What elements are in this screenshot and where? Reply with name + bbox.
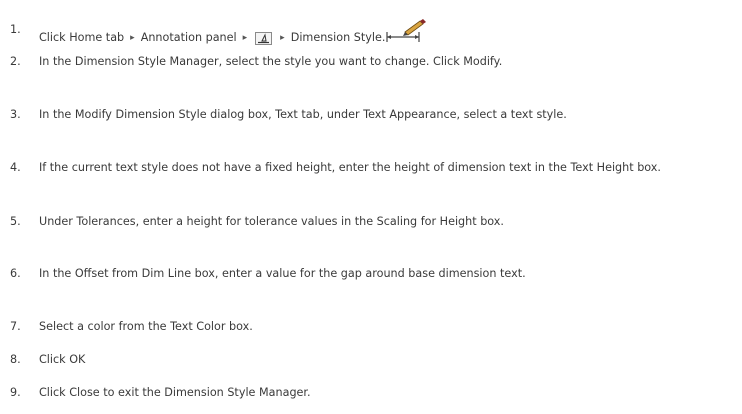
- breadcrumb-separator: ▸: [280, 32, 285, 43]
- step-text: In the Dimension Style Manager, select t…: [39, 55, 503, 68]
- step-number: 4.: [10, 161, 21, 174]
- step-number: 8.: [10, 353, 21, 366]
- step-number: 1.: [10, 23, 21, 36]
- list-item: 3. In the Modify Dimension Style dialog …: [10, 108, 738, 123]
- step-text: Click Home tab ▸ Annotation panel ▸ ▸ Di…: [39, 19, 738, 53]
- breadcrumb-separator: ▸: [242, 32, 248, 43]
- step-text: Select a color from the Text Color box.: [39, 320, 253, 333]
- step-part: Dimension Style.: [290, 30, 386, 44]
- step-number: 3.: [10, 108, 21, 121]
- step-number: 5.: [10, 215, 21, 228]
- step-number: 7.: [10, 320, 21, 333]
- step-text: Click OK: [39, 353, 86, 366]
- list-item: 4. If the current text style does not ha…: [10, 161, 738, 176]
- list-item: 5. Under Tolerances, enter a height for …: [10, 215, 738, 230]
- step-text: In the Offset from Dim Line box, enter a…: [39, 267, 526, 280]
- step-text: Click Close to exit the Dimension Style …: [39, 386, 311, 399]
- annotation-panel-icon[interactable]: [255, 31, 273, 45]
- step-text: Under Tolerances, enter a height for tol…: [39, 215, 504, 228]
- instruction-list: 1. Click Home tab ▸ Annotation panel ▸ ▸…: [0, 0, 742, 414]
- list-item: 7. Select a color from the Text Color bo…: [10, 320, 738, 335]
- dimension-style-icon[interactable]: [385, 18, 429, 48]
- step-number: 6.: [10, 267, 21, 280]
- list-item: 8. Click OK: [10, 353, 738, 368]
- step-text: In the Modify Dimension Style dialog box…: [39, 108, 567, 121]
- step-part: Click Home tab: [39, 30, 125, 44]
- list-item: 6. In the Offset from Dim Line box, ente…: [10, 267, 738, 282]
- step-number: 2.: [10, 55, 21, 68]
- list-item: 9. Click Close to exit the Dimension Sty…: [10, 386, 738, 401]
- list-item: 1. Click Home tab ▸ Annotation panel ▸ ▸…: [10, 19, 738, 53]
- breadcrumb-separator: ▸: [130, 32, 135, 43]
- list-item: 2. In the Dimension Style Manager, selec…: [10, 55, 738, 70]
- step-text: If the current text style does not have …: [39, 161, 661, 174]
- step-part: Annotation panel: [140, 30, 237, 44]
- step-number: 9.: [10, 386, 21, 399]
